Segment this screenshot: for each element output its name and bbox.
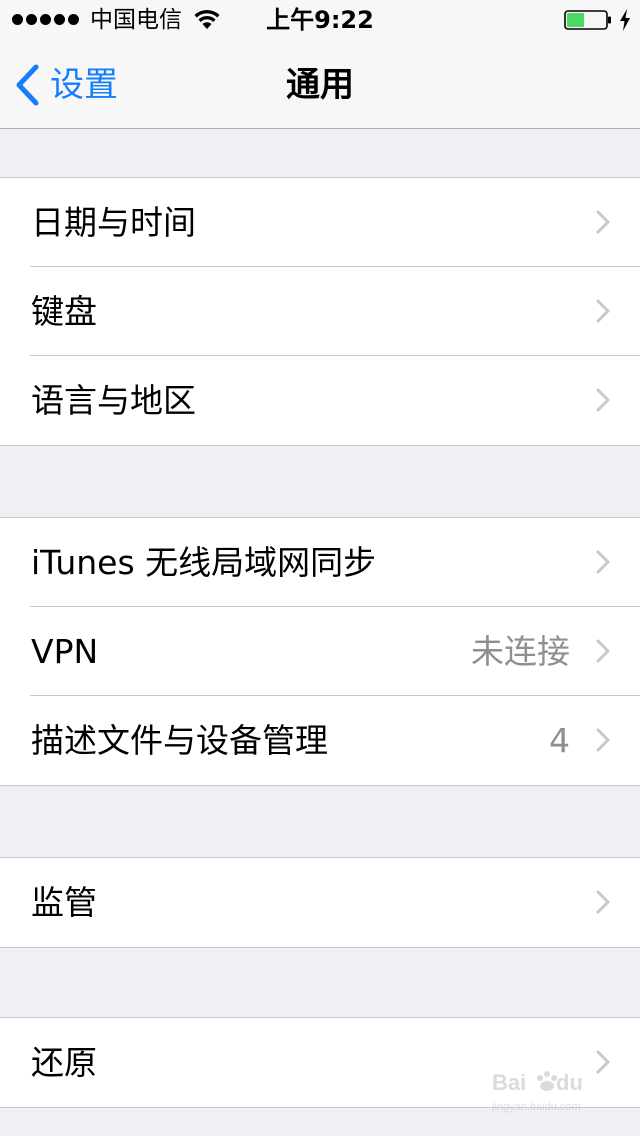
row-date-time[interactable]: 日期与时间 — [0, 178, 640, 267]
row-vpn[interactable]: VPN 未连接 — [0, 606, 640, 696]
screen: 中国电信 上午9:22 设置 通用 日期与时间 键盘 语言与地区 iTunes … — [0, 0, 640, 1136]
chevron-right-icon — [596, 890, 610, 914]
row-label: 还原 — [31, 1043, 97, 1082]
status-bar: 中国电信 上午9:22 — [0, 0, 640, 40]
status-time: 上午9:22 — [266, 6, 374, 34]
row-label: 监管 — [31, 883, 97, 922]
row-itunes-wifi-sync[interactable]: iTunes 无线局域网同步 — [0, 518, 640, 607]
row-label: iTunes 无线局域网同步 — [31, 543, 377, 582]
row-profiles-device-management[interactable]: 描述文件与设备管理 4 — [0, 695, 640, 785]
chevron-right-icon — [596, 639, 610, 663]
row-keyboard[interactable]: 键盘 — [0, 266, 640, 356]
row-label: 日期与时间 — [31, 203, 196, 242]
row-label: VPN — [31, 632, 99, 671]
profiles-count-value: 4 — [549, 721, 570, 760]
baidu-watermark-logo: Bai du jingyan.baidu.com — [492, 1070, 583, 1113]
svg-text:jingyan.baidu.com: jingyan.baidu.com — [492, 1101, 581, 1113]
settings-group-2: iTunes 无线局域网同步 VPN 未连接 描述文件与设备管理 4 — [0, 517, 640, 786]
row-label: 描述文件与设备管理 — [31, 721, 328, 760]
nav-bar: 设置 通用 — [0, 40, 640, 129]
settings-group-3: 监管 — [0, 857, 640, 948]
row-label: 语言与地区 — [31, 381, 196, 420]
row-supervision[interactable]: 监管 — [0, 858, 640, 947]
settings-group-1: 日期与时间 键盘 语言与地区 — [0, 177, 640, 446]
svg-text:Bai: Bai — [492, 1070, 526, 1095]
page-title: 通用 — [286, 65, 354, 105]
chevron-right-icon — [596, 210, 610, 234]
row-label: 键盘 — [31, 292, 97, 331]
vpn-status-value: 未连接 — [471, 632, 570, 671]
battery-icon — [564, 10, 611, 30]
charging-bolt-icon — [620, 9, 630, 31]
chevron-right-icon — [596, 550, 610, 574]
chevron-right-icon — [596, 728, 610, 752]
svg-text:du: du — [556, 1070, 583, 1095]
row-language-region[interactable]: 语言与地区 — [0, 355, 640, 445]
chevron-right-icon — [596, 388, 610, 412]
chevron-right-icon — [596, 299, 610, 323]
